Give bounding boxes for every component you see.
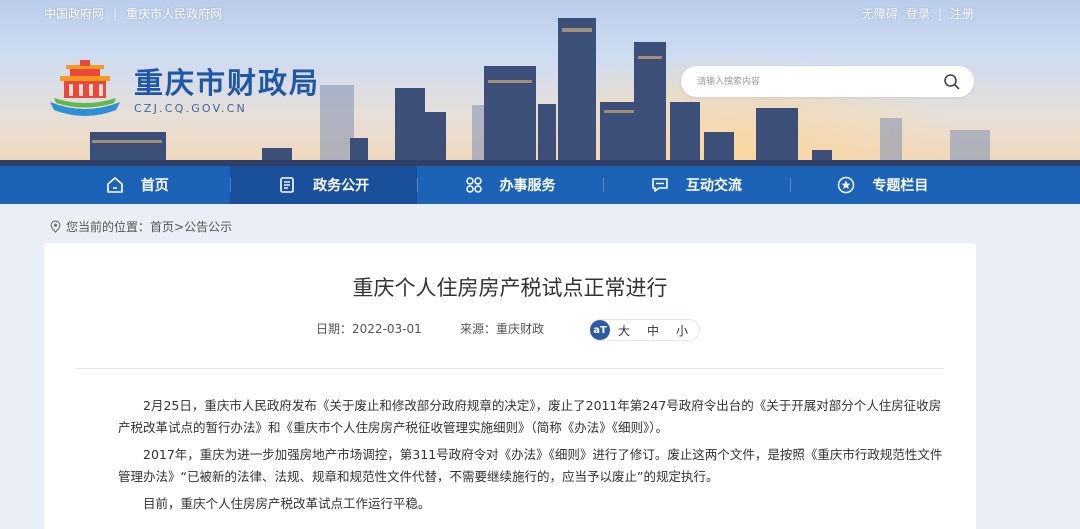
breadcrumb-separator: > — [174, 219, 185, 234]
top-links-right: 无障碍 登录 | 注册 — [862, 5, 974, 22]
site-logo[interactable]: 重庆市财政局 CZJ.CQ.GOV.CN — [44, 58, 320, 122]
breadcrumb-prefix: 您当前的位置： — [66, 220, 151, 234]
breadcrumb: 您当前的位置： 首页 > 公告公示 — [50, 218, 232, 235]
header-banner: 中国政府网 | 重庆市人民政府网 无障碍 登录 | 注册 重庆市财政局 CZJ.… — [0, 0, 1080, 166]
nav-item-label: 互动交流 — [685, 178, 742, 194]
font-size-small[interactable]: 小 — [676, 322, 688, 339]
nav-item-services[interactable]: 办事服务 — [416, 166, 603, 204]
nav-item-gov-affairs[interactable]: 政务公开 — [230, 166, 417, 204]
article-card: 重庆个人住房房产税试点正常进行 日期：2022-03-01 来源：重庆财政 aT… — [44, 243, 976, 529]
services-grid-icon — [465, 177, 482, 193]
article-paragraph: 2017年，重庆为进一步加强房地产市场调控，第311号政府令对《办法》《细则》进… — [118, 447, 943, 484]
font-size-medium[interactable]: 中 — [647, 322, 659, 339]
site-domain: CZJ.CQ.GOV.CN — [134, 101, 247, 115]
nav-item-label: 首页 — [140, 178, 169, 194]
font-size-switcher: aT 大 中 小 — [590, 319, 700, 341]
article-body: 2月25日，重庆市人民政府发布《关于废止和修改部分政府规章的决定》，废止了201… — [118, 395, 948, 520]
breadcrumb-home-link[interactable]: 首页 — [150, 218, 174, 235]
gov-portal-link[interactable]: 中国政府网 — [44, 5, 104, 22]
nav-item-home[interactable]: 首页 — [44, 166, 230, 204]
separator: | — [937, 6, 942, 21]
site-title: 重庆市财政局 — [134, 65, 321, 100]
city-gov-link[interactable]: 重庆市人民政府网 — [126, 5, 222, 22]
separator: | — [113, 6, 118, 21]
star-icon — [838, 176, 855, 194]
accessibility-link[interactable]: 无障碍 — [862, 5, 898, 22]
article-meta: 日期：2022-03-01 来源：重庆财政 — [316, 320, 588, 337]
register-link[interactable]: 注册 — [950, 5, 974, 22]
nav-item-label: 政务公开 — [313, 178, 370, 194]
article-title: 重庆个人住房房产税试点正常进行 — [352, 276, 668, 300]
search-box — [681, 66, 974, 97]
article-date: 日期：2022-03-01 — [316, 322, 422, 336]
search-input[interactable] — [697, 73, 927, 90]
article-paragraph: 2月25日，重庆市人民政府发布《关于废止和修改部分政府规章的决定》，废止了201… — [118, 398, 942, 435]
document-icon — [280, 177, 294, 193]
article-paragraph: 目前，重庆个人住房房产税改革试点工作运行平稳。 — [143, 496, 431, 511]
nav-item-label: 专题栏目 — [872, 178, 929, 194]
home-icon — [106, 177, 123, 193]
location-pin-icon — [50, 220, 61, 233]
chat-icon — [652, 178, 668, 192]
divider — [76, 368, 944, 369]
logo-emblem-icon — [50, 60, 120, 116]
login-link[interactable]: 登录 — [906, 5, 930, 22]
font-size-icon: aT — [590, 320, 610, 340]
font-size-large[interactable]: 大 — [618, 322, 630, 339]
breadcrumb-current-link[interactable]: 公告公示 — [184, 218, 232, 235]
nav-item-label: 办事服务 — [499, 178, 556, 194]
search-icon[interactable] — [943, 73, 960, 90]
top-links-left: 中国政府网 | 重庆市人民政府网 — [44, 5, 222, 22]
nav-item-topics[interactable]: 专题栏目 — [789, 166, 976, 204]
nav-item-interaction[interactable]: 互动交流 — [603, 166, 789, 204]
main-nav: 首页 政务公开 办事服务 互动交流 专题栏目 — [0, 166, 1080, 204]
article-source: 来源：重庆财政 — [460, 322, 545, 336]
